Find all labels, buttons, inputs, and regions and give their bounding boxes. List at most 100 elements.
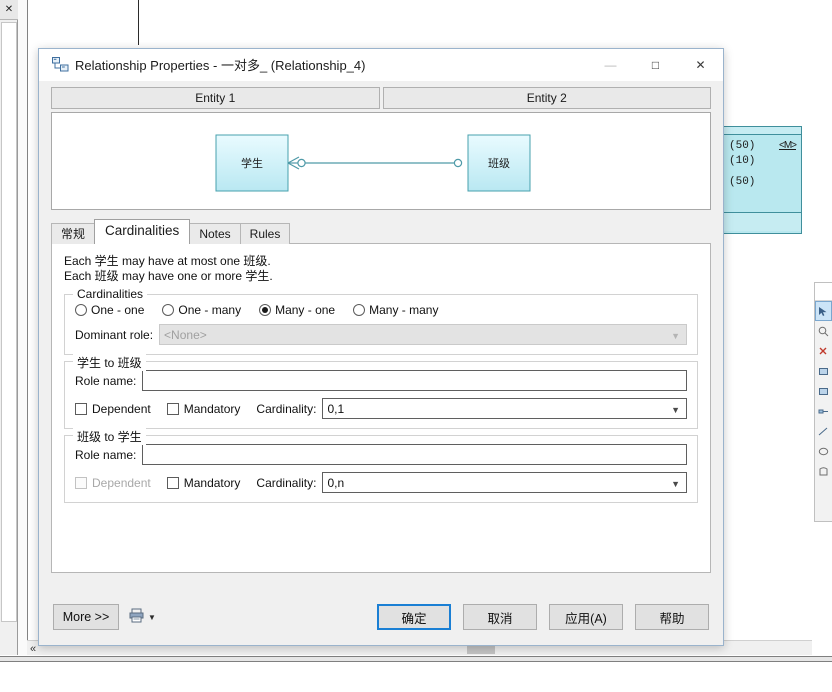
dominant-role-value: <None> xyxy=(164,327,207,342)
minimize-button[interactable]: — xyxy=(588,49,633,81)
dialog-title: Relationship Properties - 一对多_ (Relation… xyxy=(75,58,366,73)
tab-notes[interactable]: Notes xyxy=(189,223,241,244)
print-dropdown-arrow[interactable]: ▼ xyxy=(148,613,156,622)
options-row-a: Dependent Mandatory Cardinality: 0,1 ▼ xyxy=(75,398,687,419)
mandatory-label-a: Mandatory xyxy=(183,401,241,416)
left-rail-close-button[interactable]: ✕ xyxy=(0,0,18,20)
mandatory-checkbox-b-box xyxy=(166,476,179,489)
more-button-label: More >> xyxy=(62,610,110,624)
close-icon: ✕ xyxy=(695,57,706,72)
apply-button[interactable]: 应用(A) xyxy=(549,604,623,630)
svg-text:班级: 班级 xyxy=(488,157,510,170)
radio-one-one-indicator xyxy=(75,304,87,316)
desktop-area xyxy=(0,663,832,692)
ellipse-tool-icon[interactable] xyxy=(815,441,832,461)
cardinalities-group-legend: Cardinalities xyxy=(73,287,148,301)
mandatory-checkbox-a[interactable]: Mandatory xyxy=(166,401,241,416)
palette-top-spacer xyxy=(815,283,832,301)
print-control[interactable]: ▼ xyxy=(129,604,159,630)
minimize-icon: — xyxy=(604,57,617,72)
cardinality-label-a: Cardinality: xyxy=(256,401,317,416)
mandatory-marker: <M> xyxy=(778,140,797,151)
tool-palette[interactable] xyxy=(814,282,832,522)
dependent-checkbox-a-box xyxy=(75,402,87,415)
radio-one-many-label: One - many xyxy=(178,303,242,317)
er-entity-footer xyxy=(723,213,801,231)
er-entity-attributes: <M> (50) (10) (50) xyxy=(723,135,801,213)
pointer-tool-icon[interactable] xyxy=(815,301,832,321)
tab-notes-label: Notes xyxy=(199,227,231,241)
relationship-preview[interactable]: 学生 班级 xyxy=(51,112,711,210)
radio-many-many-indicator xyxy=(353,304,366,316)
er-entity-header xyxy=(723,127,801,135)
cardinality-radio-row: One - one One - many Many - one Many - m… xyxy=(75,303,687,317)
tab-cardinalities[interactable]: Cardinalities xyxy=(94,219,191,244)
entity2-button[interactable]: Entity 2 xyxy=(382,87,711,109)
radio-many-many-label: Many - many xyxy=(369,303,439,317)
cardinality-select-a[interactable]: 0,1 ▼ xyxy=(322,398,687,419)
radio-one-many-indicator xyxy=(162,304,175,316)
radio-many-one[interactable]: Many - one xyxy=(259,303,335,317)
printer-icon[interactable] xyxy=(129,608,144,626)
svg-text:学生: 学生 xyxy=(241,156,263,170)
entity2-label: Entity 2 xyxy=(526,91,567,105)
chevron-down-icon: ▼ xyxy=(671,330,680,341)
role-name-input-b[interactable] xyxy=(142,444,687,465)
tab-rules[interactable]: Rules xyxy=(239,223,291,244)
role-name-input-a[interactable] xyxy=(142,370,687,391)
dependent-label-b: Dependent xyxy=(92,475,151,490)
window-controls: — □ ✕ xyxy=(588,49,723,81)
entity2-tool-icon[interactable] xyxy=(815,381,832,401)
mandatory-label-b: Mandatory xyxy=(183,475,241,490)
cardinality-value-b: 0,n xyxy=(327,475,345,490)
tab-general[interactable]: 常规 xyxy=(51,223,96,244)
maximize-button[interactable]: □ xyxy=(633,49,678,81)
role-name-label-a: Role name: xyxy=(75,373,137,388)
tab-bar[interactable]: 常规 Cardinalities Notes Rules xyxy=(51,219,711,244)
help-button-label: 帮助 xyxy=(659,611,685,626)
dependent-checkbox-a[interactable]: Dependent xyxy=(75,402,151,416)
radio-one-one[interactable]: One - one xyxy=(75,303,144,317)
ok-button-label: 确定 xyxy=(401,611,427,626)
dialog-footer: More >> ▼ 确定 取消 应用(A) 帮助 xyxy=(39,589,723,645)
scroll-left-chevron[interactable]: « xyxy=(30,643,36,655)
more-button[interactable]: More >> xyxy=(53,604,119,630)
entity1-button[interactable]: Entity 1 xyxy=(51,87,380,109)
mandatory-checkbox-b[interactable]: Mandatory xyxy=(166,475,241,490)
description-line-2: Each 班级 may have one or more 学生. xyxy=(64,269,273,283)
cardinalities-tab-panel: Each 学生 may have at most one 班级. Each 班级… xyxy=(51,243,711,573)
relationship-tool-icon[interactable] xyxy=(815,401,832,421)
cancel-button-label: 取消 xyxy=(487,611,513,626)
dominant-role-row: Dominant role: <None> ▼ xyxy=(75,324,687,345)
radio-many-many[interactable]: Many - many xyxy=(353,303,438,317)
dominant-role-label: Dominant role: xyxy=(75,327,154,342)
description-line-1: Each 学生 may have at most one 班级. xyxy=(64,254,271,268)
background-er-entity[interactable]: <M> (50) (10) (50) xyxy=(722,126,802,234)
dialog-titlebar[interactable]: Relationship Properties - 一对多_ (Relation… xyxy=(39,49,723,81)
link-tool-icon[interactable] xyxy=(815,421,832,441)
group-class-to-student: 班级 to 学生 Role name: Dependent Mandatory xyxy=(64,428,698,503)
cardinality-select-b[interactable]: 0,n ▼ xyxy=(322,472,687,493)
apply-button-label: 应用(A) xyxy=(565,611,607,626)
dependent-checkbox-b[interactable]: Dependent xyxy=(75,476,151,490)
cardinalities-group: Cardinalities One - one One - many Many … xyxy=(64,287,698,355)
delete-tool-icon[interactable] xyxy=(815,341,832,361)
er-attr-3: (50) xyxy=(729,176,756,188)
radio-one-one-label: One - one xyxy=(91,303,145,317)
cancel-button[interactable]: 取消 xyxy=(463,604,537,630)
canvas-divider-line xyxy=(138,0,139,45)
close-button[interactable]: ✕ xyxy=(678,49,723,81)
dominant-role-select[interactable]: <None> ▼ xyxy=(159,324,687,345)
help-button[interactable]: 帮助 xyxy=(635,604,709,630)
zoom-tool-icon[interactable] xyxy=(815,321,832,341)
er-attr-2: (10) xyxy=(729,155,756,167)
group-class-to-student-legend: 班级 to 学生 xyxy=(73,428,146,445)
ok-button[interactable]: 确定 xyxy=(377,604,451,630)
radio-one-many[interactable]: One - many xyxy=(162,303,241,317)
shape-tool-icon[interactable] xyxy=(815,461,832,481)
role-name-row-a: Role name: xyxy=(75,370,687,391)
relationship-icon xyxy=(47,57,73,72)
entity-tool-icon[interactable] xyxy=(815,361,832,381)
chevron-down-icon: ▼ xyxy=(671,478,680,489)
radio-many-one-indicator xyxy=(259,304,272,316)
